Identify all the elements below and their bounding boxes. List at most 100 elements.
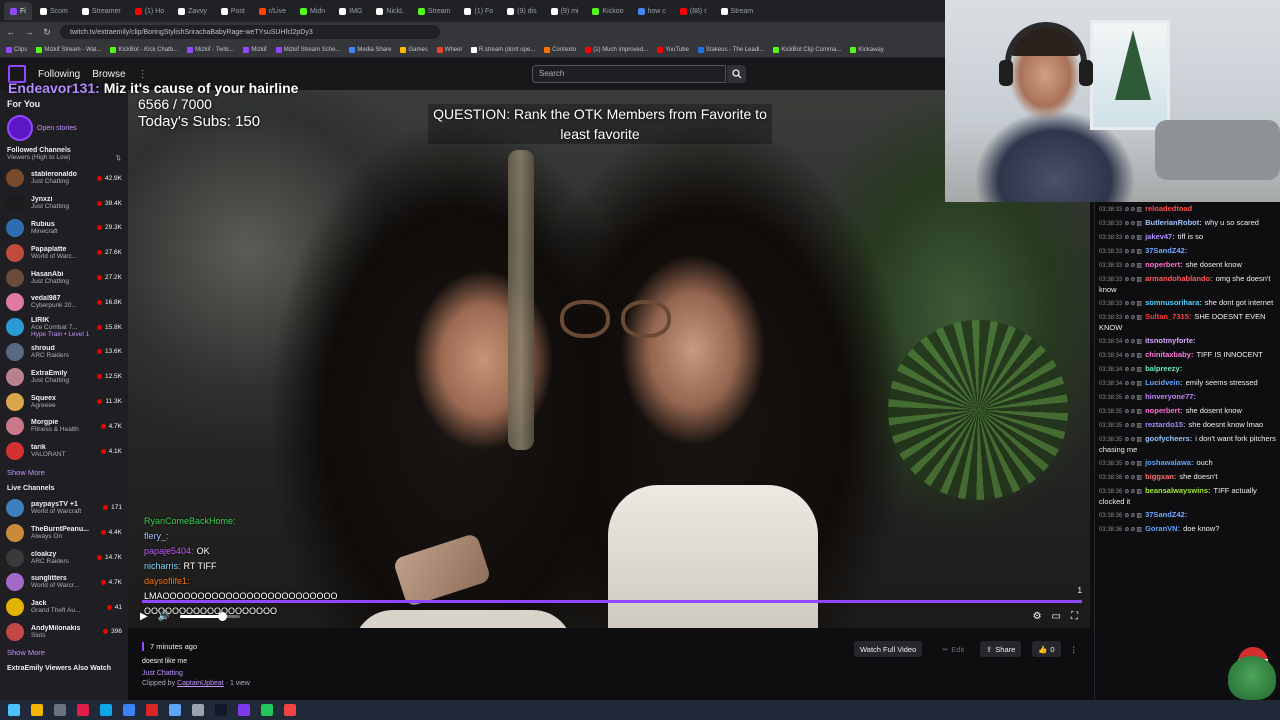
channel-row[interactable]: vedal987 Cyberpunk 20... 16.8K: [0, 290, 128, 315]
bookmark-item[interactable]: Clips: [6, 46, 27, 53]
chat-username[interactable]: hinveryone77:: [1145, 392, 1196, 401]
mod-icons[interactable]: ⊘⊘▥: [1124, 527, 1143, 533]
channel-row[interactable]: LIRIK Ace Combat 7... Hype Train • Level 1…: [0, 315, 128, 340]
channel-row[interactable]: HasanAbi Just Chatting 27.2K: [0, 265, 128, 290]
browser-tab[interactable]: IMG: [333, 2, 368, 20]
settings-icon[interactable]: ⚙: [1033, 611, 1042, 622]
taskbar-app-icon[interactable]: [77, 704, 89, 716]
browser-tab[interactable]: Stream: [715, 2, 760, 20]
play-icon[interactable]: ▶: [140, 611, 148, 622]
taskbar-app-icon[interactable]: [54, 704, 66, 716]
chat-username[interactable]: 37SandZ42:: [1145, 510, 1187, 519]
stories-row[interactable]: Open stories: [0, 109, 128, 147]
browser-tab[interactable]: Streamer: [76, 2, 127, 20]
mod-icons[interactable]: ⊘⊘▥: [1124, 367, 1143, 373]
browser-tab[interactable]: Kickoo: [586, 2, 629, 20]
chat-username[interactable]: beansalwayswins:: [1145, 486, 1210, 495]
chat-username[interactable]: reztardo15:: [1145, 420, 1185, 429]
taskbar-app-icon[interactable]: [169, 704, 181, 716]
mod-icons[interactable]: ⊘⊘▥: [1124, 489, 1143, 495]
chat-username[interactable]: somnusorihara:: [1145, 298, 1202, 307]
chat-username[interactable]: goofycheers:: [1145, 434, 1192, 443]
chat-username[interactable]: biggxan:: [1145, 472, 1176, 481]
channel-row[interactable]: paypaysTV +1 World of Warcraft 171: [0, 496, 128, 521]
channel-row[interactable]: Morgpie Fitness & Health 4.7K: [0, 414, 128, 439]
browser-tab[interactable]: Stream: [412, 2, 457, 20]
browser-tab[interactable]: (88) r: [674, 2, 713, 20]
mod-icons[interactable]: ⊘⊘▥: [1124, 461, 1143, 467]
browser-tab[interactable]: (9) mi: [545, 2, 585, 20]
channel-row[interactable]: TheBurntPeanu... Always On 4.4K: [0, 520, 128, 545]
browser-tab[interactable]: Post: [215, 2, 251, 20]
bookmark-item[interactable]: Media Share: [349, 46, 391, 53]
back-icon[interactable]: ←: [6, 27, 16, 37]
clip-category[interactable]: Just Chatting: [142, 670, 183, 677]
channel-row[interactable]: tarik VALORANT 4.1K: [0, 439, 128, 464]
channel-row[interactable]: sunglitters World of Warcr... 4.7K: [0, 570, 128, 595]
taskbar-app-icon[interactable]: [100, 704, 112, 716]
chat-username[interactable]: ButlerianRobot:: [1145, 218, 1202, 227]
nav-following[interactable]: Following: [38, 69, 80, 80]
forward-icon[interactable]: →: [24, 27, 34, 37]
chat-username[interactable]: Lucidvein:: [1145, 378, 1183, 387]
edit-button[interactable]: ✂ Edit: [936, 641, 970, 657]
search-button[interactable]: [727, 65, 746, 83]
taskbar-app-icon[interactable]: [238, 704, 250, 716]
mod-icons[interactable]: ⊘⊘▥: [1124, 353, 1143, 359]
reload-icon[interactable]: ↻: [42, 27, 52, 38]
fullscreen-icon[interactable]: ⛶: [1071, 611, 1078, 622]
bookmark-item[interactable]: R.stream (dont ope...: [470, 46, 535, 53]
bookmark-item[interactable]: Mizkif Stream Sche...: [275, 46, 340, 53]
story-avatar[interactable]: [7, 115, 33, 141]
clipper-link[interactable]: CaptainUpbeat: [177, 680, 224, 687]
chat-username[interactable]: joshawalawa:: [1145, 458, 1193, 467]
browser-tab[interactable]: how c: [632, 2, 672, 20]
bookmark-item[interactable]: Games: [400, 46, 428, 53]
bookmark-item[interactable]: Contexto: [544, 46, 576, 53]
mod-icons[interactable]: ⊘⊘▥: [1124, 513, 1143, 519]
mod-icons[interactable]: ⊘⊘▥: [1124, 475, 1143, 481]
bookmark-item[interactable]: Mizkif Stream - Wat...: [36, 46, 101, 53]
channel-row[interactable]: AndyMilonakis Slots 396: [0, 620, 128, 645]
mod-icons[interactable]: ⊘⊘▥: [1124, 263, 1143, 269]
chat-username[interactable]: chinitaxbaby:: [1145, 350, 1193, 359]
mod-icons[interactable]: ⊘⊘▥: [1124, 315, 1143, 321]
chat-username[interactable]: armandohablando:: [1145, 274, 1213, 283]
url-field[interactable]: twitch.tv/extraemily/clip/BoringStylishS…: [60, 25, 440, 39]
mod-icons[interactable]: ⊘⊘▥: [1124, 277, 1143, 283]
nav-browse[interactable]: Browse: [92, 69, 125, 80]
taskbar-app-icon[interactable]: [123, 704, 135, 716]
taskbar-app-icon[interactable]: [31, 704, 43, 716]
mod-icons[interactable]: ⊘⊘▥: [1124, 221, 1143, 227]
theatre-mode-icon[interactable]: ▭: [1052, 611, 1061, 622]
watch-full-video-button[interactable]: Watch Full Video: [854, 641, 923, 657]
bookmark-item[interactable]: YouTube: [657, 46, 689, 53]
taskbar-app-icon[interactable]: [8, 704, 20, 716]
sort-icon[interactable]: ⇅: [116, 154, 121, 162]
browser-tab[interactable]: Zavvy: [172, 2, 213, 20]
channel-row[interactable]: Papaplatte World of Warc... 27.6K: [0, 240, 128, 265]
browser-tab[interactable]: (1) Fo: [458, 2, 499, 20]
chat-username[interactable]: noperbert:: [1145, 406, 1183, 415]
bookmark-item[interactable]: Mizkif: [243, 46, 267, 53]
browser-tab[interactable]: (9) dis: [501, 2, 542, 20]
mod-icons[interactable]: ⊘⊘▥: [1124, 381, 1143, 387]
browser-tab[interactable]: (1) Ho: [129, 2, 170, 20]
channel-row[interactable]: ExtraEmily Just Chatting 12.5K: [0, 364, 128, 389]
chat-username[interactable]: 37SandZ42:: [1145, 246, 1187, 255]
channel-row[interactable]: Jynxzi Just Chatting 39.4K: [0, 191, 128, 216]
mod-icons[interactable]: ⊘⊘▥: [1124, 301, 1143, 307]
chat-username[interactable]: reloadedtoad: [1145, 204, 1192, 213]
channel-row[interactable]: stableronaldo Just Chatting 42.9K: [0, 166, 128, 191]
bookmark-item[interactable]: Wheel: [436, 46, 462, 53]
volume-slider[interactable]: [180, 611, 241, 621]
mod-icons[interactable]: ⊘⊘▥: [1124, 207, 1143, 213]
more-options-icon[interactable]: ⋮: [1064, 641, 1084, 657]
bookmark-item[interactable]: KickBot Clip Comma...: [773, 46, 841, 53]
taskbar-app-icon[interactable]: [192, 704, 204, 716]
taskbar-app-icon[interactable]: [215, 704, 227, 716]
chat-username[interactable]: noperbert:: [1145, 260, 1183, 269]
bookmark-item[interactable]: Kickaway: [850, 46, 884, 53]
like-button[interactable]: 👍 0: [1032, 641, 1061, 657]
browser-tab[interactable]: Fi: [4, 2, 32, 20]
